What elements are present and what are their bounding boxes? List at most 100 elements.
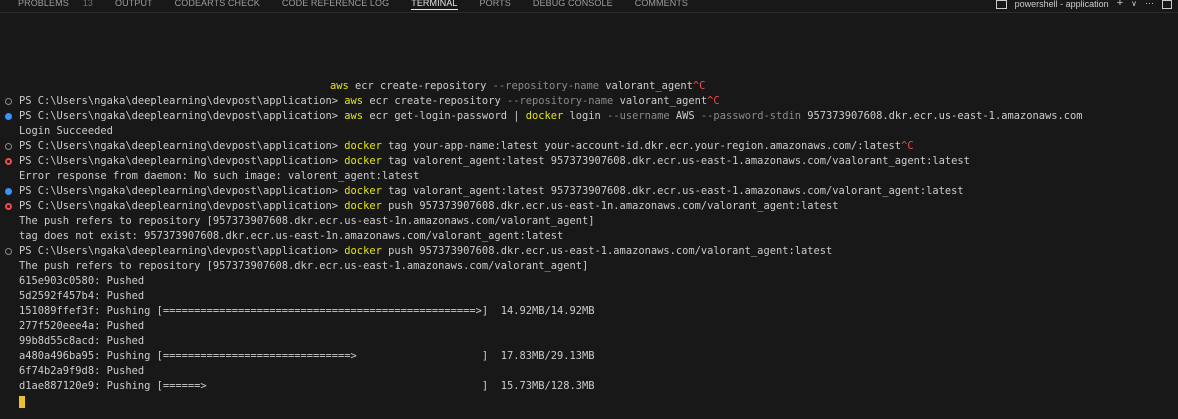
tab-terminal[interactable]: TERMINAL [411, 0, 458, 10]
terminal-text-segment: ecr get-login-password | [363, 110, 526, 122]
terminal-text-segment: 957373907608.dkr.ecr.us-east-1.amazonaws… [801, 110, 1083, 122]
more-actions-icon[interactable]: ··· [1145, 0, 1154, 9]
terminal-text-segment: a480a496ba95: Pushing [=================… [19, 350, 595, 362]
command-success-icon[interactable] [5, 188, 12, 195]
terminal-text-segment: d1ae887120e9: Pushing [======> ] 15.73MB… [19, 380, 595, 392]
tab-code-reference-log[interactable]: CODE REFERENCE LOG [282, 0, 389, 10]
terminal-line: PS C:\Users\ngaka\deeplearning\devpost\a… [0, 94, 1178, 109]
terminal-text-segment: The push refers to repository [957373907… [19, 215, 595, 227]
terminal-text-segment: aws [330, 80, 349, 92]
terminal-line: 5d2592f457b4: Pushed [0, 289, 1178, 304]
terminal-line: 99b8d55c8acd: Pushed [0, 334, 1178, 349]
terminal-text-segment: ^C [707, 95, 720, 107]
terminal-text-segment: --repository-name [492, 80, 600, 92]
tab-debug-console[interactable]: DEBUG CONSOLE [533, 0, 613, 10]
terminal-text-segment: ^C [901, 140, 914, 152]
terminal-text-segment: Login Succeeded [19, 125, 113, 137]
terminal-text-segment: 151089ffef3f: Pushing [=================… [19, 305, 595, 317]
problems-count-badge: 13 [82, 0, 94, 8]
terminal-line: 277f520eee4a: Pushed [0, 319, 1178, 334]
terminal-text-segment: push 957373907608.dkr.ecr.us-east-1.amaz… [381, 245, 833, 257]
tab-comments[interactable]: COMMENTS [635, 0, 688, 10]
command-decoration-icon[interactable] [5, 143, 12, 150]
terminal-text-segment: PS C:\Users\ngaka\deeplearning\devpost\a… [19, 110, 345, 122]
tab-label: COMMENTS [634, 0, 689, 8]
terminal-icon [995, 0, 1007, 9]
terminal-text-segment: ^C [692, 80, 706, 92]
tab-label: TERMINAL [411, 0, 458, 8]
command-error-icon[interactable] [5, 203, 12, 210]
terminal-text-segment: --username [607, 110, 670, 122]
terminal-text-segment: aws [344, 95, 364, 107]
terminal-text-segment: tag valorant_agent:latest 957373907608.d… [381, 185, 964, 197]
terminal-line: The push refers to repository [957373907… [0, 259, 1178, 274]
terminal-text-segment: aws [344, 110, 364, 122]
terminal-toolbar: powershell - application + ∨ ··· [995, 0, 1172, 9]
terminal-line: Login Succeeded [0, 124, 1178, 139]
terminal-line: tag does not exist: 957373907608.dkr.ecr… [0, 229, 1178, 244]
tab-ports[interactable]: PORTS [480, 0, 511, 10]
terminal-line: d1ae887120e9: Pushing [======> ] 15.73MB… [0, 379, 1178, 394]
tab-label: CODEARTS CHECK [174, 0, 260, 8]
terminal-text-segment: --repository-name [506, 95, 614, 107]
terminal-input-line[interactable] [0, 394, 1178, 409]
terminal-text-segment: The push refers to repository [957373907… [19, 260, 589, 272]
terminal-text-segment: PS C:\Users\ngaka\deeplearning\devpost\a… [19, 245, 345, 257]
terminal-text-segment: docker [344, 200, 382, 212]
tab-output[interactable]: OUTPUT [115, 0, 153, 10]
terminal-line: a480a496ba95: Pushing [=================… [0, 349, 1178, 364]
terminal-text-segment: AWS [669, 110, 701, 122]
terminal-line: Error response from daemon: No such imag… [0, 169, 1178, 184]
terminal-text-segment: valorant_agent [613, 95, 708, 107]
command-error-icon[interactable] [5, 158, 12, 165]
terminal-text-segment: 277f520eee4a: Pushed [19, 320, 145, 332]
terminal-text-segment: tag valorent_agent:latest 957373907608.d… [381, 155, 970, 167]
command-success-icon[interactable] [5, 113, 12, 120]
maximize-panel-icon[interactable] [1162, 0, 1172, 9]
terminal-output[interactable]: aws ecr create-repository --repository-n… [0, 79, 1178, 409]
terminal-line: 6f74b2a9f9d8: Pushed [0, 364, 1178, 379]
terminal-line: PS C:\Users\ngaka\deeplearning\devpost\a… [0, 184, 1178, 199]
command-decoration-icon[interactable] [5, 98, 12, 105]
terminal-text-segment: PS C:\Users\ngaka\deeplearning\devpost\a… [19, 95, 345, 107]
terminal-text-segment: ecr create-repository [348, 80, 493, 92]
terminal-line: PS C:\Users\ngaka\deeplearning\devpost\a… [0, 139, 1178, 154]
terminal-text-segment: 6f74b2a9f9d8: Pushed [19, 365, 145, 377]
terminal-text-segment: ecr create-repository [363, 95, 507, 107]
command-decoration-icon[interactable] [5, 248, 12, 255]
terminal-text-segment: docker [344, 140, 382, 152]
terminal-text-segment: PS C:\Users\ngaka\deeplearning\devpost\a… [19, 140, 345, 152]
terminal-text-segment: Error response from daemon: No such imag… [19, 170, 420, 182]
terminal-text-segment: 5d2592f457b4: Pushed [19, 290, 145, 302]
tab-label: CODE REFERENCE LOG [281, 0, 390, 8]
terminal-text-segment: docker [344, 245, 382, 257]
terminal-line: The push refers to repository [957373907… [0, 214, 1178, 229]
terminal-line: PS C:\Users\ngaka\deeplearning\devpost\a… [0, 199, 1178, 214]
terminal-text-segment: tag your-app-name:latest your-account-id… [381, 140, 902, 152]
terminal-text-segment: 99b8d55c8acd: Pushed [19, 335, 145, 347]
terminal-line: aws ecr create-repository --repository-n… [0, 79, 1178, 94]
panel-tab-bar: PROBLEMS 13 OUTPUT CODEARTS CHECK CODE REFER… [0, 0, 1178, 13]
terminal-line: 615e903c0580: Pushed [0, 274, 1178, 289]
new-terminal-button[interactable]: + [1117, 0, 1123, 9]
tab-codearts-check[interactable]: CODEARTS CHECK [175, 0, 260, 10]
terminal-line: PS C:\Users\ngaka\deeplearning\devpost\a… [0, 109, 1178, 124]
terminal-text-segment: push 957373907608.dkr.ecr.us-east-1n.ama… [381, 200, 839, 212]
tab-label: OUTPUT [115, 0, 153, 8]
terminal-instance-label[interactable]: powershell - application [1015, 0, 1109, 9]
tab-label: PROBLEMS [18, 0, 69, 8]
terminal-text-segment: tag does not exist: 957373907608.dkr.ecr… [19, 230, 564, 242]
terminal-text-segment: --password-stdin [700, 110, 802, 122]
terminal-line: PS C:\Users\ngaka\deeplearning\devpost\a… [0, 244, 1178, 259]
terminal-text-segment: login [563, 110, 608, 122]
terminal-text-segment: docker [344, 185, 382, 197]
chevron-down-icon[interactable]: ∨ [1131, 0, 1137, 9]
terminal-text-segment: docker [525, 110, 564, 122]
tab-label: PORTS [479, 0, 511, 8]
terminal-text-segment: 615e903c0580: Pushed [19, 275, 145, 287]
terminal-text-segment: valorant_agent [599, 80, 693, 92]
tab-problems[interactable]: PROBLEMS 13 [18, 0, 93, 10]
terminal-line: PS C:\Users\ngaka\deeplearning\devpost\a… [0, 154, 1178, 169]
panel-tabs: PROBLEMS 13 OUTPUT CODEARTS CHECK CODE REFER… [18, 0, 710, 10]
terminal-text-segment: PS C:\Users\ngaka\deeplearning\devpost\a… [19, 185, 345, 197]
